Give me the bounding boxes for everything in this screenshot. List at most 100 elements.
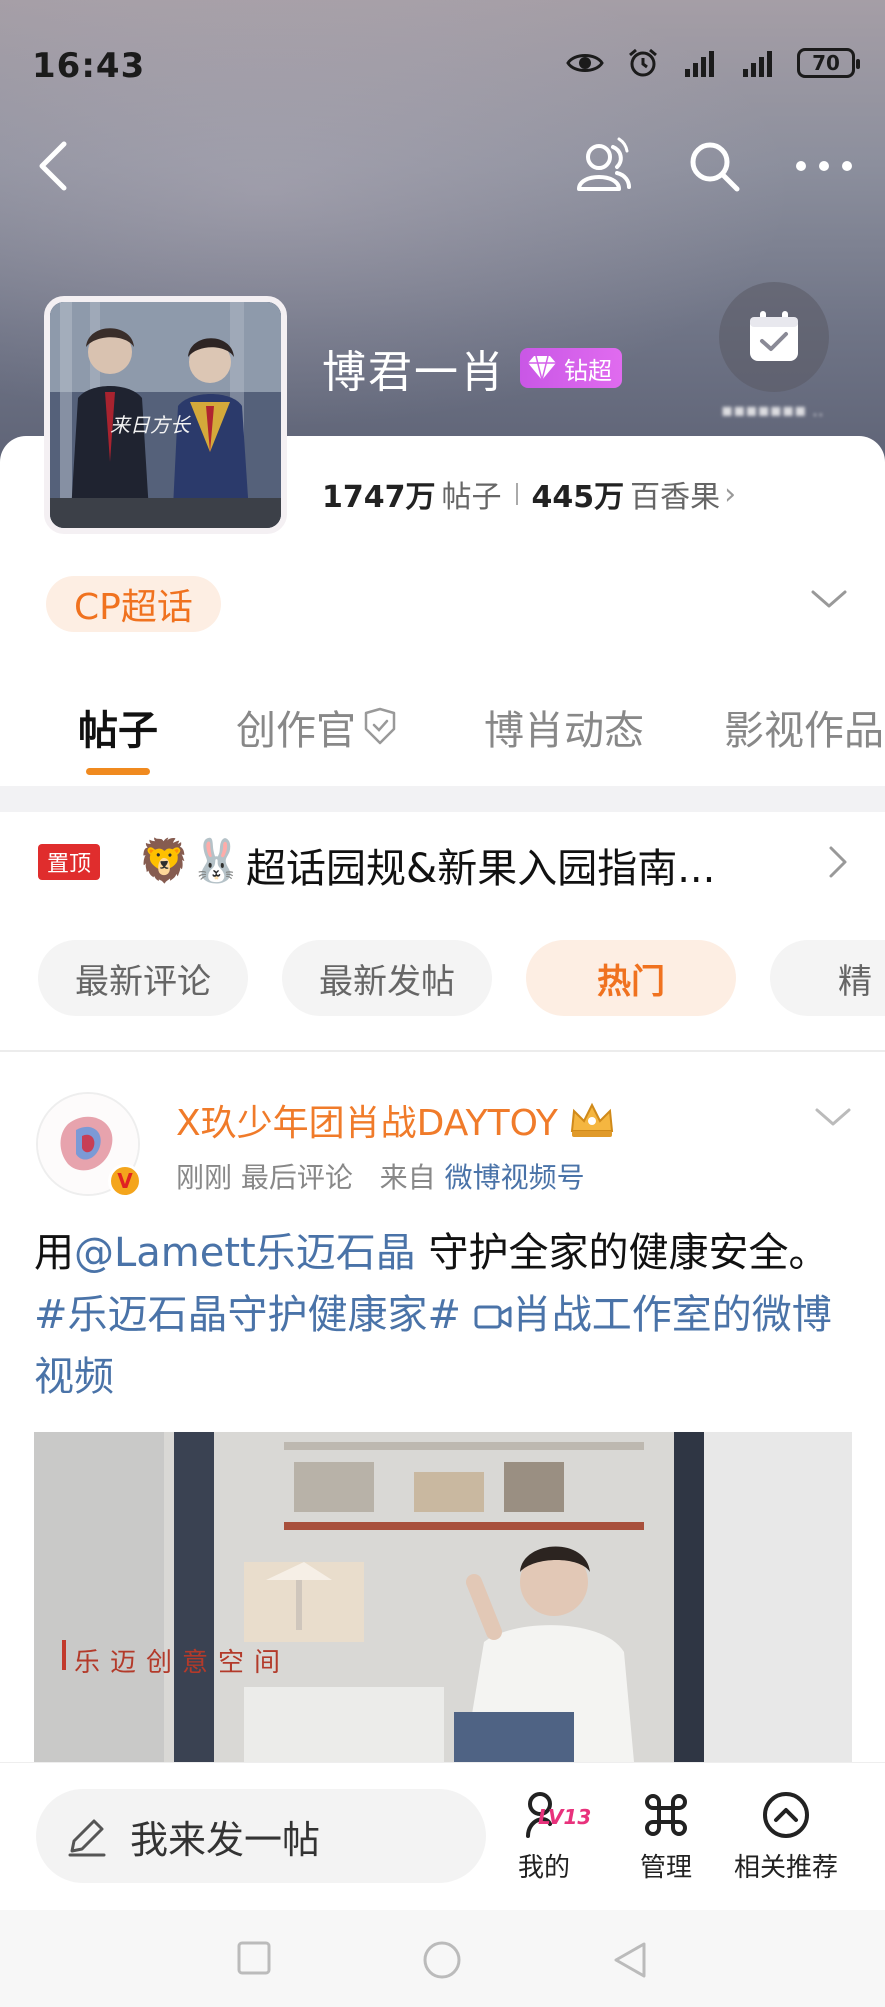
posts-label: 帖子 xyxy=(441,480,502,515)
post-text-prefix: 用 xyxy=(34,1230,74,1276)
category-tag[interactable]: CP超话 xyxy=(46,576,221,632)
command-icon xyxy=(636,1787,696,1843)
super-badge[interactable]: 钻超 xyxy=(520,348,622,388)
manage-label: 管理 xyxy=(639,1853,692,1883)
svg-text:来日方长: 来日方长 xyxy=(110,413,192,437)
post-time: 刚刚 xyxy=(176,1161,233,1194)
related-button[interactable]: 相关推荐 xyxy=(734,1787,838,1884)
verified-badge: V xyxy=(108,1164,142,1198)
signal-icon xyxy=(739,48,779,78)
sort-filters: 最新评论 最新发帖 热门 精 xyxy=(0,940,885,1018)
topic-title-row: 博君一肖 钻超 xyxy=(322,336,622,400)
pinned-title: 超话园规&新果入园指南... xyxy=(246,846,716,892)
post-video-thumbnail[interactable]: 乐迈创意空间 xyxy=(34,1432,852,1762)
topic-cover-image: 来日方长 xyxy=(50,302,281,528)
filter-latest-comment[interactable]: 最新评论 xyxy=(38,940,248,1016)
expand-button[interactable] xyxy=(809,586,849,622)
post-hashtag[interactable]: #乐迈石晶守护健康家# xyxy=(34,1292,461,1338)
tab-works[interactable]: 影视作品 xyxy=(724,698,884,756)
chevron-right-icon[interactable]: › xyxy=(724,477,736,512)
community-button[interactable] xyxy=(573,135,635,197)
video-caption: 乐迈创意空间 xyxy=(74,1648,291,1678)
chevron-down-icon xyxy=(811,590,847,608)
alarm-icon xyxy=(623,48,663,78)
fans-label[interactable]: 百香果 xyxy=(630,472,720,516)
video-frame-image xyxy=(34,1432,852,1762)
chevron-left-icon xyxy=(39,141,67,191)
search-button[interactable] xyxy=(683,135,745,197)
pencil-icon xyxy=(68,1819,106,1857)
nav-actions xyxy=(573,135,855,197)
status-icons: 70 xyxy=(565,48,860,78)
active-tab-indicator xyxy=(86,768,150,775)
tab-creators[interactable]: 创作官 xyxy=(236,698,400,756)
tab-label: 创作官 xyxy=(236,708,356,754)
battery-level: 70 xyxy=(812,51,840,75)
super-badge-label: 钻超 xyxy=(564,356,612,385)
section-divider xyxy=(0,786,885,812)
more-icon xyxy=(796,161,852,171)
level-icon: LV13 xyxy=(514,1787,591,1843)
recents-button[interactable] xyxy=(236,1940,276,1980)
post-author[interactable]: X玖少年团肖战DAYTOY xyxy=(176,1094,616,1146)
home-button[interactable] xyxy=(422,1940,462,1980)
level-badge: LV13 xyxy=(538,1805,592,1829)
chevron-down-icon xyxy=(815,1108,851,1126)
manage-button[interactable]: 管理 xyxy=(636,1787,696,1884)
back-nav-button[interactable] xyxy=(612,1940,652,1980)
diamond-icon xyxy=(528,355,556,381)
checkin-label-blurred: ▪▪▪▪▪▪▪ .. xyxy=(721,400,824,421)
post-source[interactable]: 微博视频号 xyxy=(445,1161,585,1194)
topic-avatar[interactable]: 来日方长 xyxy=(44,296,287,534)
more-button[interactable] xyxy=(793,135,855,197)
post-from-label: 来自 xyxy=(379,1161,436,1194)
tab-posts[interactable]: 帖子 xyxy=(78,698,158,756)
mine-button[interactable]: LV13 我的 xyxy=(514,1787,591,1884)
status-time: 16:43 xyxy=(32,46,146,86)
post-menu-button[interactable] xyxy=(813,1104,853,1140)
chevron-up-circle-icon xyxy=(756,1787,816,1843)
fans-count[interactable]: 445万 xyxy=(532,472,625,516)
circle-icon xyxy=(423,1941,461,1979)
mine-label: 我的 xyxy=(517,1853,570,1883)
calendar-check-icon xyxy=(750,311,798,361)
pinned-post[interactable]: 置顶 🦁🐰 超话园规&新果入园指南... xyxy=(0,812,885,912)
community-icon xyxy=(577,137,631,191)
system-navigation-bar xyxy=(0,1910,885,2007)
topic-stats: 1747万 帖子 445万 百香果 › xyxy=(322,472,736,516)
compose-placeholder: 我来发一帖 xyxy=(130,1817,321,1862)
tab-label: 博肖动态 xyxy=(484,708,644,754)
bottom-action-bar: 我来发一帖 LV13 我的 管理 相关推荐 xyxy=(0,1762,885,1910)
post-mention[interactable]: @Lamett乐迈石晶 xyxy=(74,1230,416,1276)
author-name: X玖少年团肖战DAYTOY xyxy=(176,1103,558,1144)
chevron-right-icon xyxy=(823,842,853,882)
post-meta: 刚刚 最后评论 来自 微博视频号 xyxy=(176,1156,585,1196)
tab-label: 帖子 xyxy=(78,708,158,754)
eye-icon xyxy=(565,48,605,78)
post-text-mid: 守护全家的健康安全。 xyxy=(415,1230,829,1276)
pinned-tag: 置顶 xyxy=(38,844,100,880)
tab-label: 影视作品 xyxy=(724,708,884,754)
video-icon xyxy=(474,1305,512,1329)
topic-title: 博君一肖 xyxy=(322,347,506,398)
medal-icon xyxy=(364,707,396,745)
filter-hot[interactable]: 热门 xyxy=(526,940,736,1016)
battery-icon: 70 xyxy=(797,48,860,78)
feed-divider xyxy=(0,1050,885,1052)
filter-latest-post[interactable]: 最新发帖 xyxy=(282,940,492,1016)
post-meta-label: 最后评论 xyxy=(240,1161,353,1194)
square-icon xyxy=(237,1941,271,1975)
tab-news[interactable]: 博肖动态 xyxy=(484,698,644,756)
checkin-button[interactable] xyxy=(719,282,829,392)
crown-icon xyxy=(570,1102,614,1137)
posts-count: 1747万 xyxy=(322,480,436,515)
top-nav xyxy=(0,130,885,200)
compose-input[interactable]: 我来发一帖 xyxy=(36,1789,486,1883)
search-icon xyxy=(690,142,740,192)
status-bar: 16:43 70 xyxy=(0,40,885,96)
signal-icon xyxy=(681,48,721,78)
back-button[interactable] xyxy=(32,138,82,194)
related-label: 相关推荐 xyxy=(734,1853,839,1883)
filter-featured[interactable]: 精 xyxy=(770,940,885,1016)
stats-divider xyxy=(515,483,518,505)
